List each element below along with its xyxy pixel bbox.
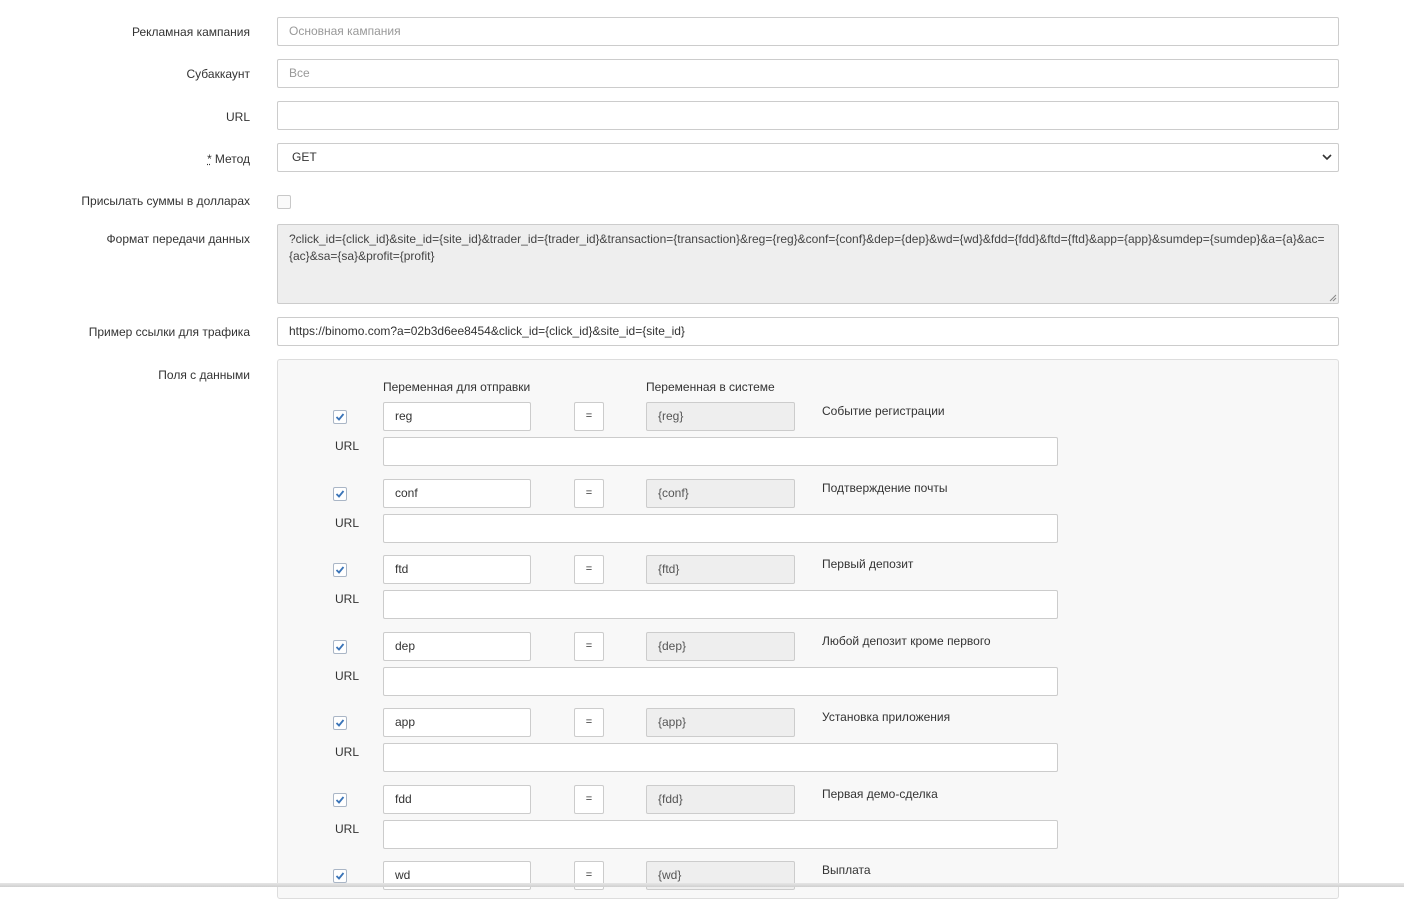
field-send-input[interactable]: reg	[383, 402, 531, 431]
field-url-label: URL	[335, 592, 360, 606]
field-description: Установка приложения	[822, 710, 951, 724]
field-description: Выплата	[822, 863, 871, 877]
format-value: ?click_id={click_id}&site_id={site_id}&t…	[289, 232, 1325, 263]
field-system-value: {dep}	[646, 632, 795, 661]
field-url-label: URL	[335, 516, 360, 530]
field-url-label: URL	[335, 669, 360, 683]
equals-button: =	[574, 632, 604, 661]
field-system-value: {fdd}	[646, 785, 795, 814]
fields-label: Поля с данными	[158, 368, 250, 382]
field-send-input[interactable]: ftd	[383, 555, 531, 584]
method-select-value: GET	[292, 150, 317, 164]
resize-grip-icon[interactable]	[1328, 293, 1337, 302]
field-checkbox[interactable]	[333, 410, 347, 424]
field-url-label: URL	[335, 439, 360, 453]
field-system-value: {reg}	[646, 402, 795, 431]
field-checkbox[interactable]	[333, 563, 347, 577]
field-send-input[interactable]: dep	[383, 632, 531, 661]
required-mark: *	[207, 152, 212, 166]
field-system-value: {conf}	[646, 479, 795, 508]
field-checkbox[interactable]	[333, 793, 347, 807]
page-bottom-edge	[0, 883, 1404, 887]
column-header-system: Переменная в системе	[646, 380, 775, 394]
field-url-input[interactable]	[383, 820, 1058, 849]
field-description: Событие регистрации	[822, 404, 945, 418]
example-input[interactable]: https://binomo.com?a=02b3d6ee8454&click_…	[277, 317, 1339, 346]
checkmark-icon	[335, 719, 345, 727]
field-send-input[interactable]: fdd	[383, 785, 531, 814]
equals-button: =	[574, 785, 604, 814]
chevron-down-icon	[1322, 154, 1332, 161]
method-label-text: Метод	[214, 152, 250, 166]
equals-button: =	[574, 555, 604, 584]
method-label: * Метод	[207, 152, 250, 166]
field-url-input[interactable]	[383, 514, 1058, 543]
usd-label: Присылать суммы в долларах	[81, 194, 250, 208]
field-checkbox[interactable]	[333, 640, 347, 654]
checkmark-icon	[335, 872, 345, 880]
usd-checkbox[interactable]	[277, 195, 291, 209]
equals-button: =	[574, 402, 604, 431]
field-url-input[interactable]	[383, 667, 1058, 696]
checkmark-icon	[335, 643, 345, 651]
method-select[interactable]: GET	[277, 143, 1339, 172]
field-system-value: {app}	[646, 708, 795, 737]
equals-button: =	[574, 479, 604, 508]
field-description: Подтверждение почты	[822, 481, 948, 495]
field-send-input[interactable]: conf	[383, 479, 531, 508]
field-checkbox[interactable]	[333, 716, 347, 730]
checkmark-icon	[335, 413, 345, 421]
url-input[interactable]	[277, 101, 1339, 130]
field-description: Первая демо-сделка	[822, 787, 938, 801]
campaign-input[interactable]: Основная кампания	[277, 17, 1339, 46]
field-system-value: {ftd}	[646, 555, 795, 584]
equals-button: =	[574, 708, 604, 737]
field-url-input[interactable]	[383, 437, 1058, 466]
column-header-send: Переменная для отправки	[383, 380, 531, 394]
example-label: Пример ссылки для трафика	[88, 325, 250, 339]
field-url-label: URL	[335, 822, 360, 836]
field-url-input[interactable]	[383, 590, 1058, 619]
format-label: Формат передачи данных	[106, 232, 250, 246]
format-textarea[interactable]: ?click_id={click_id}&site_id={site_id}&t…	[277, 224, 1339, 304]
checkmark-icon	[335, 796, 345, 804]
field-checkbox[interactable]	[333, 487, 347, 501]
field-checkbox[interactable]	[333, 869, 347, 883]
field-description: Любой депозит кроме первого	[822, 634, 991, 648]
subaccount-label: Субаккаунт	[186, 67, 251, 81]
field-url-label: URL	[335, 745, 360, 759]
checkmark-icon	[335, 490, 345, 498]
field-url-input[interactable]	[383, 743, 1058, 772]
url-label: URL	[225, 110, 250, 124]
checkmark-icon	[335, 566, 345, 574]
field-description: Первый депозит	[822, 557, 914, 571]
subaccount-input[interactable]: Все	[277, 59, 1339, 88]
field-send-input[interactable]: app	[383, 708, 531, 737]
campaign-label: Рекламная кампания	[131, 25, 250, 39]
